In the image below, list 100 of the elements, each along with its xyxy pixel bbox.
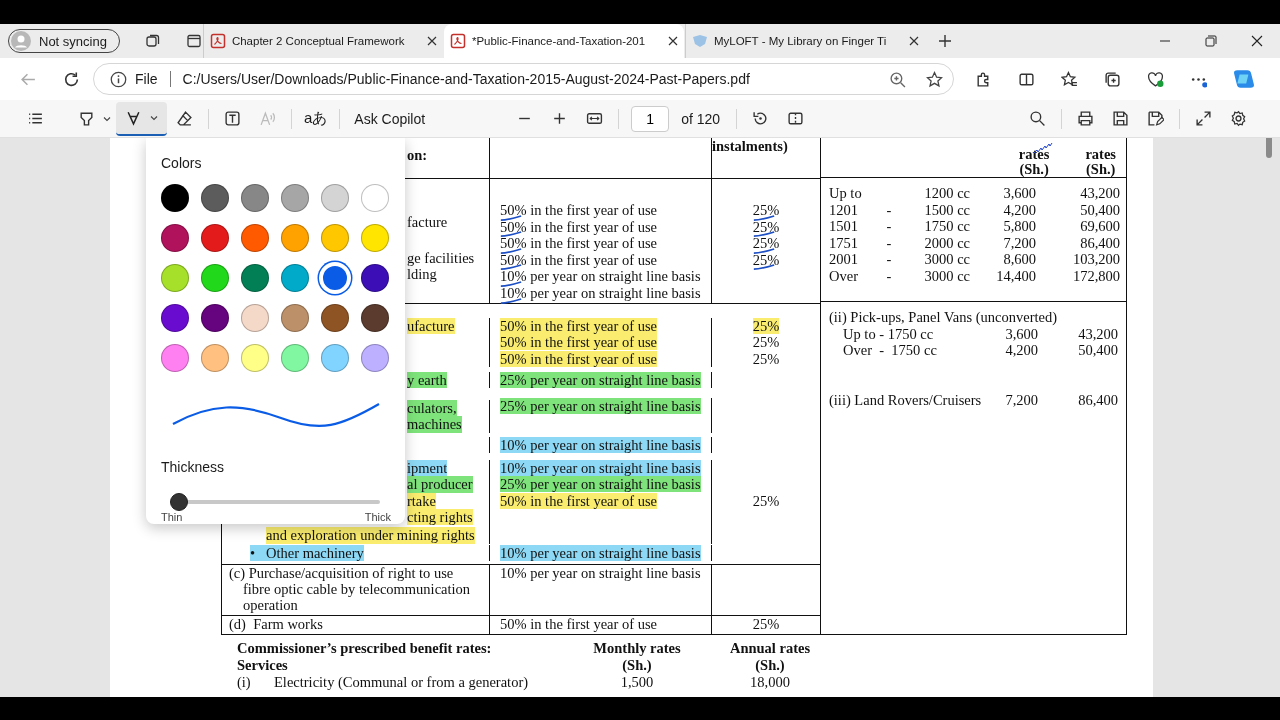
table-cell-text: - xyxy=(885,234,893,252)
highlighter-icon[interactable] xyxy=(78,110,95,127)
table-cell-text: operation xyxy=(243,596,298,613)
pen-icon xyxy=(125,109,142,126)
color-swatch[interactable] xyxy=(281,264,309,292)
copilot-icon[interactable] xyxy=(1233,68,1255,90)
table-cell-text: ipment xyxy=(407,460,448,477)
color-swatch[interactable] xyxy=(161,264,189,292)
column-heading: (Sh.) xyxy=(621,656,653,674)
workspaces-icon[interactable] xyxy=(144,33,161,49)
table-cell-text: 103,200 xyxy=(1071,251,1120,268)
color-swatch[interactable] xyxy=(281,184,309,212)
table-cell-text: 25% xyxy=(752,334,780,351)
table-cell-text: 25% xyxy=(752,615,780,633)
restore-icon[interactable] xyxy=(1205,35,1217,47)
menu-title: Colors xyxy=(161,155,203,171)
page-view-icon[interactable] xyxy=(787,110,805,127)
table-cell-text: 50% in the first year of use xyxy=(500,251,658,269)
table-cell-text: 1501 xyxy=(829,218,859,235)
page-number-field[interactable]: 1 xyxy=(631,105,670,132)
translate-button[interactable]: aあ xyxy=(304,109,328,128)
color-swatch[interactable] xyxy=(281,344,309,372)
section-title: Commissioner’s prescribed benefit rates: xyxy=(237,639,493,657)
table-cell-text: cting rights xyxy=(407,508,473,526)
new-tab-icon[interactable] xyxy=(936,33,953,49)
color-swatch[interactable] xyxy=(241,304,269,332)
table-cell-text: machines xyxy=(407,416,462,433)
favorites-icon[interactable] xyxy=(1061,70,1078,88)
table-cell-text: Up to xyxy=(829,185,863,202)
table-cell-text: 25% per year on straight line basis xyxy=(500,476,701,493)
color-swatch[interactable] xyxy=(321,304,349,332)
color-swatch[interactable] xyxy=(201,344,229,372)
column-heading: instalments) xyxy=(712,138,789,155)
reload-icon[interactable] xyxy=(63,70,80,88)
close-tab-icon[interactable] xyxy=(908,36,919,46)
column-heading: Annual rates xyxy=(728,639,812,657)
collections-icon[interactable] xyxy=(1104,70,1121,88)
color-swatch[interactable] xyxy=(321,344,349,372)
slider-thumb[interactable] xyxy=(169,493,188,511)
heart-pulse-icon[interactable] xyxy=(1147,70,1164,88)
zoom-icon[interactable] xyxy=(889,70,906,88)
table-cell-text: 1500 cc xyxy=(923,201,970,219)
table-cell-text: 3000 cc xyxy=(923,267,970,285)
color-swatch[interactable] xyxy=(161,344,189,372)
color-swatch[interactable] xyxy=(281,304,309,332)
color-swatch[interactable] xyxy=(161,304,189,332)
save-as-icon[interactable] xyxy=(1147,110,1164,127)
color-swatch[interactable] xyxy=(281,224,309,252)
table-cell-text: lding xyxy=(407,266,437,283)
color-swatch[interactable] xyxy=(241,264,269,292)
color-swatch[interactable] xyxy=(201,304,229,332)
table-cell-text: 3,600 xyxy=(1004,325,1038,343)
search-icon[interactable] xyxy=(1029,110,1046,127)
color-swatch[interactable] xyxy=(361,264,389,292)
table-cell-text: ufacture xyxy=(407,318,455,335)
color-swatch[interactable] xyxy=(361,224,389,252)
thickness-label: Thickness xyxy=(161,459,226,475)
table-cell-text: culators, xyxy=(407,400,457,417)
table-cell-text: 50% in the first year of use xyxy=(500,350,658,367)
color-swatch[interactable] xyxy=(241,224,269,252)
close-tab-icon[interactable] xyxy=(426,36,437,46)
color-swatch[interactable] xyxy=(361,304,389,332)
eraser-icon[interactable] xyxy=(176,110,193,127)
draw-button[interactable] xyxy=(116,101,167,136)
table-cell-text: Over xyxy=(829,267,859,285)
table-cell-text: 50% in the first year of use xyxy=(500,218,658,236)
info-icon[interactable] xyxy=(110,70,127,88)
color-swatch[interactable] xyxy=(201,264,229,292)
print-icon[interactable] xyxy=(1077,110,1094,127)
color-swatch[interactable] xyxy=(161,184,189,212)
color-swatch[interactable] xyxy=(361,344,389,372)
color-swatch[interactable] xyxy=(361,184,389,212)
rotate-icon[interactable] xyxy=(752,110,770,127)
color-swatch[interactable] xyxy=(201,224,229,252)
table-cell-text: 69,600 xyxy=(1079,218,1120,235)
star-icon[interactable] xyxy=(926,70,943,88)
ask-copilot-button[interactable]: Ask Copilot xyxy=(354,110,426,127)
table-cell-text: 25% xyxy=(752,251,780,269)
color-swatch[interactable] xyxy=(321,224,349,252)
table-cell-text: 10% per year on straight line basis xyxy=(500,436,701,453)
color-swatch[interactable] xyxy=(201,184,229,212)
section-subtitle: Services xyxy=(237,656,289,674)
table-cell-text: 25% xyxy=(752,235,780,252)
color-swatch[interactable] xyxy=(161,224,189,252)
close-icon[interactable] xyxy=(1251,35,1263,47)
min-label: Thin xyxy=(161,511,183,523)
color-swatch[interactable] xyxy=(241,344,269,372)
close-tab-icon[interactable] xyxy=(667,36,678,46)
tab-actions-icon[interactable] xyxy=(185,33,202,49)
browser-tab[interactable]: *Public-Finance-and-Taxation-201 xyxy=(443,24,684,58)
fullscreen-icon[interactable] xyxy=(1195,110,1212,127)
settings-icon[interactable] xyxy=(1230,110,1247,127)
save-icon[interactable] xyxy=(1112,110,1129,127)
color-swatch[interactable] xyxy=(321,184,349,212)
color-swatch[interactable] xyxy=(241,184,269,212)
split-screen-icon[interactable] xyxy=(1018,70,1035,88)
table-cell-text: 50,400 xyxy=(1077,342,1118,359)
text-box-icon[interactable] xyxy=(224,110,241,127)
fit-width-icon[interactable] xyxy=(586,110,604,127)
address-bar[interactable]: File C:/Users/User/Downloads/Public-Finance-and-Taxation-2015-August-2024-Past-Papers.pdf xyxy=(93,63,954,95)
